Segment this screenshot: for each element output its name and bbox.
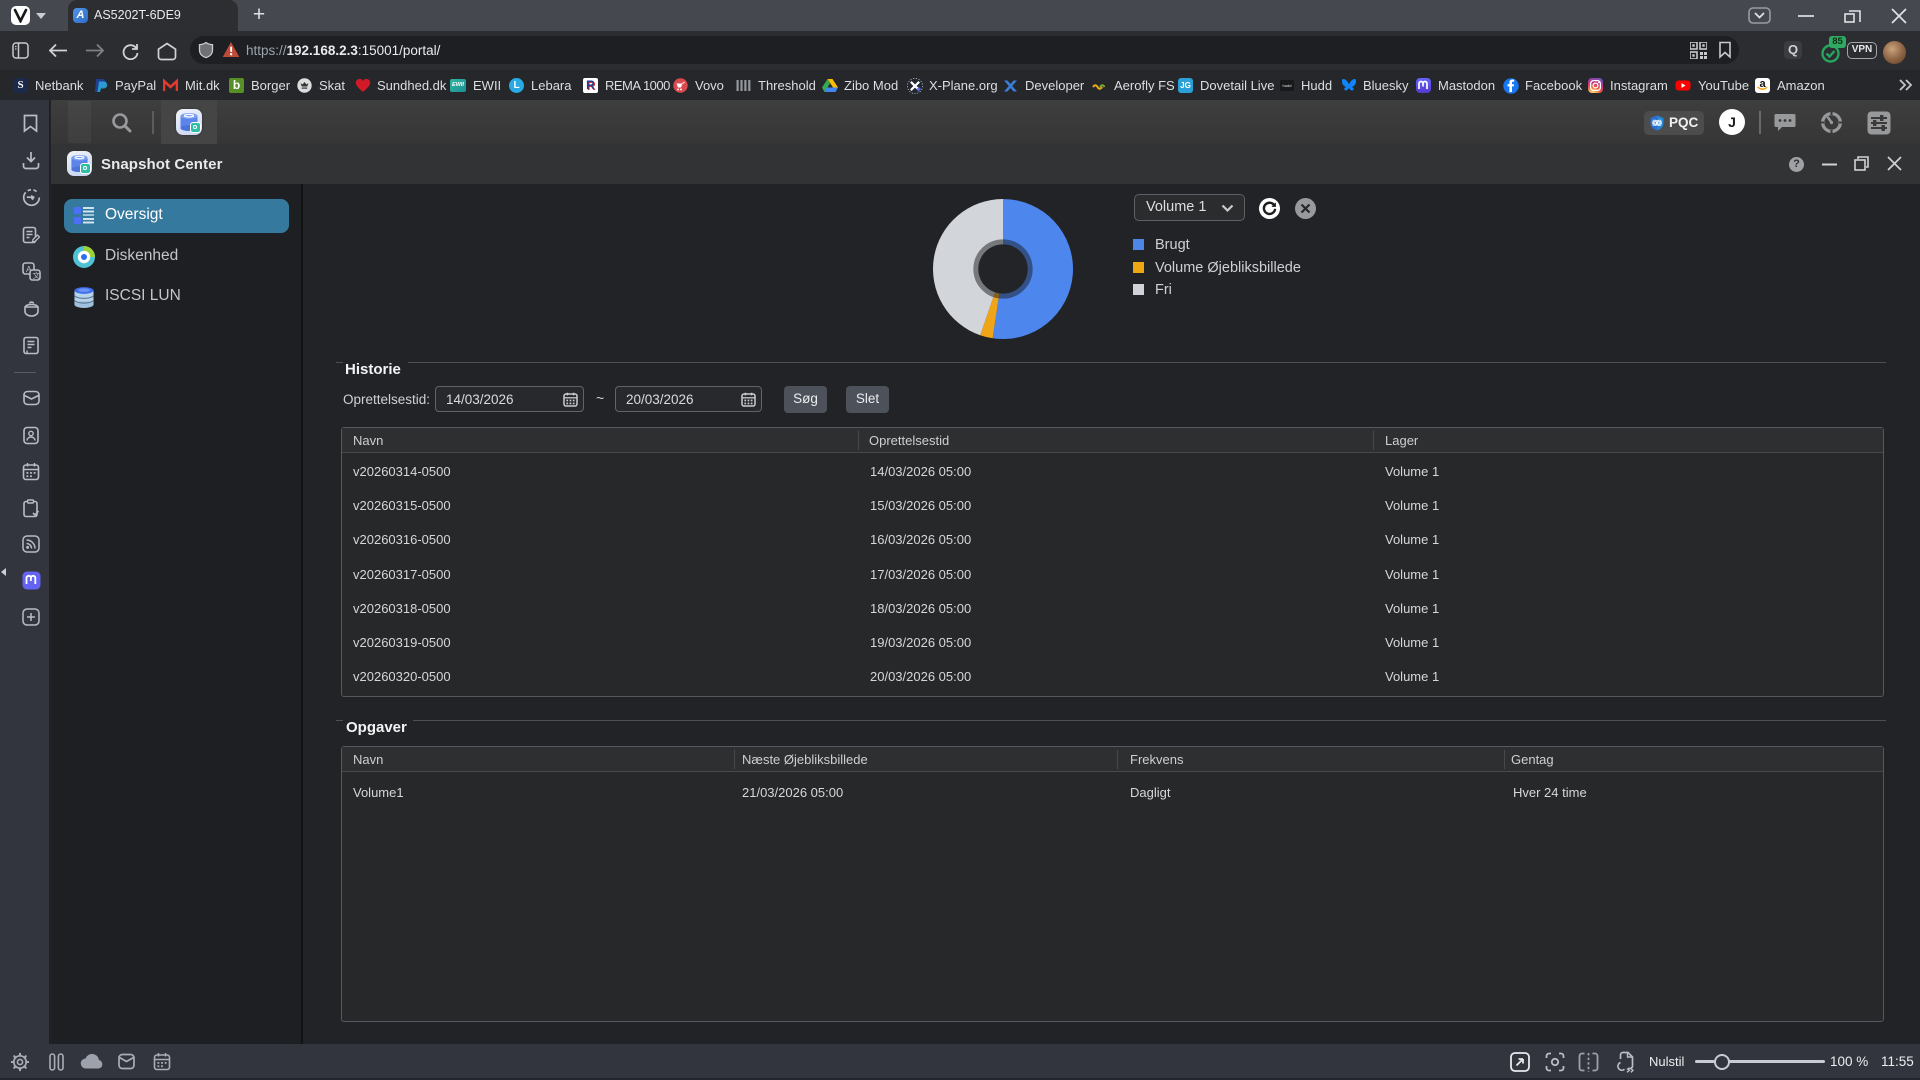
svg-text:文: 文: [33, 270, 41, 280]
